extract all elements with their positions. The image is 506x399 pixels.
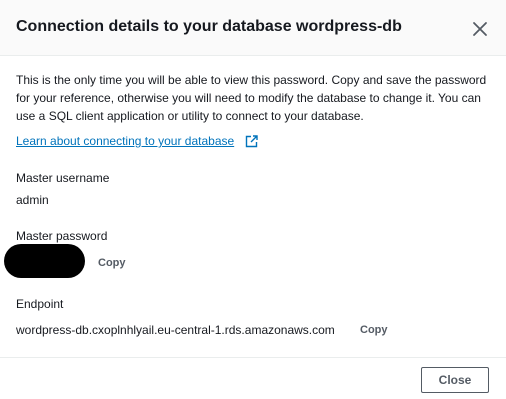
learn-connecting-link[interactable]: Learn about connecting to your database <box>16 134 234 148</box>
master-password-label: Master password <box>16 229 108 243</box>
external-link-icon[interactable] <box>245 135 258 148</box>
master-username-value: admin <box>16 193 49 207</box>
dialog-header: Connection details to your database word… <box>0 0 506 56</box>
intro-text: This is the only time you will be able t… <box>16 73 487 123</box>
copy-endpoint-button[interactable]: Copy <box>360 324 388 336</box>
copy-password-button[interactable]: Copy <box>98 257 126 269</box>
connection-details-dialog: Connection details to your database word… <box>0 0 506 399</box>
close-button[interactable]: Close <box>421 367 489 393</box>
endpoint-label: Endpoint <box>16 297 64 311</box>
dialog-title: Connection details to your database word… <box>16 18 402 35</box>
master-username-label: Master username <box>16 171 110 185</box>
close-icon[interactable] <box>471 20 489 38</box>
footer-divider <box>0 357 506 358</box>
endpoint-value: wordpress-db.cxoplnhlyail.eu-central-1.r… <box>16 323 335 337</box>
password-redaction <box>4 244 85 278</box>
